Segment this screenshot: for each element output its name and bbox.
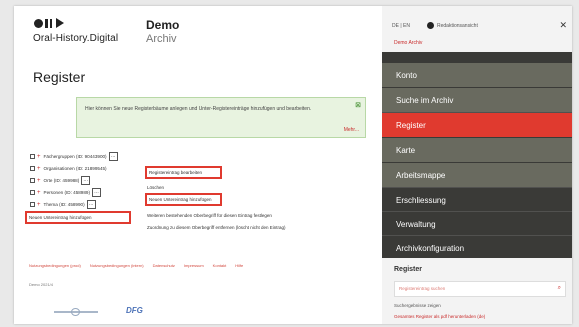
info-notice: Hier können Sie neue Registerbäume anleg… bbox=[76, 97, 366, 138]
editor-mode-label: Redaktionsansicht bbox=[437, 23, 478, 29]
divider bbox=[382, 235, 572, 236]
context-menu-edit[interactable]: Registereintrag bearbeiten bbox=[145, 166, 222, 179]
page-title: Register bbox=[33, 69, 86, 85]
sidebar-item-register[interactable]: Register bbox=[382, 113, 572, 137]
context-menu-delete[interactable]: Löschen bbox=[147, 185, 164, 190]
sidebar: DE | EN Redaktionsansicht ✕ Demo Archiv … bbox=[382, 6, 572, 324]
tree-row: + Fächergruppen (ID: 90443900) … bbox=[30, 151, 118, 162]
register-panel: Register Registereintrag suchen ⌕ Sucher… bbox=[382, 258, 572, 324]
oral-history-logo-icon[interactable] bbox=[34, 18, 64, 28]
tree-menu-button[interactable]: … bbox=[81, 176, 91, 185]
sidebar-item-label: Register bbox=[396, 120, 426, 130]
sidebar-item-label: Erschliessung bbox=[396, 195, 446, 205]
show-results-link[interactable]: Suchergebnisse zeigen bbox=[394, 303, 441, 308]
sidebar-item-label: Suche im Archiv bbox=[396, 95, 454, 105]
tree-menu-button[interactable]: … bbox=[86, 200, 96, 209]
expand-icon[interactable]: + bbox=[37, 178, 41, 184]
tree-item-label[interactable]: Organisationen (ID: 21899545) bbox=[44, 166, 107, 171]
logo-bar-icon bbox=[49, 18, 52, 28]
search-placeholder: Registereintrag suchen bbox=[399, 286, 446, 291]
project-title: Demo bbox=[146, 18, 180, 32]
tree-row: + Personen (ID: 458989) … bbox=[30, 187, 101, 198]
row-checkbox[interactable] bbox=[30, 178, 35, 183]
logo-text[interactable]: Oral-History.Digital bbox=[33, 33, 118, 44]
tree-row: + Organisationen (ID: 21899545) bbox=[30, 163, 107, 174]
close-icon[interactable]: ✕ bbox=[559, 20, 567, 31]
search-icon[interactable]: ⌕ bbox=[558, 285, 561, 292]
sidebar-item-erschliessung[interactable]: Erschliessung bbox=[382, 188, 572, 212]
sidebar-item-verwaltung[interactable]: Verwaltung bbox=[382, 212, 572, 236]
notice-more-link[interactable]: Mehr... bbox=[344, 127, 359, 133]
sidebar-item-arbeitsmappe[interactable]: Arbeitsmappe bbox=[382, 163, 572, 187]
sidebar-item-suche[interactable]: Suche im Archiv bbox=[382, 88, 572, 112]
sidebar-item-konto[interactable]: Konto bbox=[382, 63, 572, 87]
register-search-input[interactable]: Registereintrag suchen ⌕ bbox=[394, 281, 566, 297]
logo-bar-icon bbox=[45, 18, 48, 28]
footer-link[interactable]: Nutzungsbedingungen (prod) bbox=[29, 263, 81, 268]
tree-item-label[interactable]: Thema (ID: 458990) bbox=[44, 202, 85, 207]
footer-version: Demo 2021/4 bbox=[29, 282, 54, 287]
row-checkbox[interactable] bbox=[30, 202, 35, 207]
sidebar-item-label: Verwaltung bbox=[396, 219, 436, 229]
tree-row: + Orte (ID: 459988) … bbox=[30, 175, 91, 186]
notice-text: Hier können Sie neue Registerbäume anleg… bbox=[85, 106, 312, 112]
sidebar-item-label: Karte bbox=[396, 145, 416, 155]
site-header: Oral-History.Digital Demo Archiv bbox=[14, 6, 374, 52]
export-pdf-link[interactable]: Gesamtes Register als pdf herunterladen … bbox=[394, 314, 485, 319]
footer-links: Nutzungsbedingungen (prod) Nutzungsbedin… bbox=[29, 263, 243, 268]
sidebar-item-karte[interactable]: Karte bbox=[382, 138, 572, 162]
divider bbox=[382, 112, 572, 113]
tree-item-label[interactable]: Personen (ID: 458989) bbox=[44, 190, 90, 195]
logo-dot-icon bbox=[34, 18, 43, 28]
tree-menu-button[interactable]: … bbox=[108, 152, 118, 161]
divider bbox=[382, 211, 572, 212]
divider bbox=[382, 187, 572, 188]
footer-link[interactable]: Datenschutz bbox=[153, 263, 175, 268]
footer-link[interactable]: Impressum bbox=[184, 263, 204, 268]
panel-title: Register bbox=[394, 266, 423, 273]
tree-row: + Thema (ID: 458990) … bbox=[30, 199, 96, 210]
footer-link[interactable]: Nutzungsbedingungen (intern) bbox=[90, 263, 144, 268]
sidebar-header: DE | EN Redaktionsansicht ✕ Demo Archiv bbox=[382, 6, 572, 52]
close-icon[interactable]: ⊠ bbox=[355, 101, 361, 109]
tree-item-label[interactable]: Orte (ID: 459988) bbox=[44, 178, 80, 183]
sidebar-item-label: Archivkonfiguration bbox=[396, 243, 465, 253]
context-menu-add-child[interactable]: Neuen Untereintrag hinzufügen bbox=[145, 193, 222, 206]
editor-mode-toggle[interactable] bbox=[427, 22, 434, 29]
add-subentry-button[interactable]: Neuen Untereintrag hinzufügen bbox=[25, 211, 131, 224]
expand-icon[interactable]: + bbox=[37, 190, 41, 196]
row-checkbox[interactable] bbox=[30, 154, 35, 159]
footer-link[interactable]: Hilfe bbox=[235, 263, 243, 268]
dfg-logo: DFG bbox=[126, 306, 143, 315]
tree-menu-button[interactable]: … bbox=[92, 188, 101, 197]
expand-icon[interactable]: + bbox=[37, 202, 41, 208]
context-menu-assign-parent[interactable]: Weiteren bestehenden Oberbegriff für die… bbox=[147, 213, 272, 218]
footer-link[interactable]: Kontakt bbox=[213, 263, 227, 268]
row-checkbox[interactable] bbox=[30, 166, 35, 171]
language-switch[interactable]: DE | EN bbox=[392, 23, 410, 29]
expand-icon[interactable]: + bbox=[37, 166, 41, 172]
row-checkbox[interactable] bbox=[30, 190, 35, 195]
project-subtitle: Archiv bbox=[146, 33, 177, 45]
partner-logo-icon bbox=[71, 308, 80, 316]
expand-icon[interactable]: + bbox=[37, 154, 41, 160]
archive-link[interactable]: Demo Archiv bbox=[394, 40, 422, 46]
app-window: Oral-History.Digital Demo Archiv Registe… bbox=[14, 6, 572, 324]
sidebar-item-label: Konto bbox=[396, 70, 417, 80]
logo-play-icon bbox=[56, 18, 64, 28]
tree-item-label[interactable]: Fächergruppen (ID: 90443900) bbox=[44, 154, 107, 159]
sidebar-item-archivkonfiguration[interactable]: Archivkonfiguration bbox=[382, 236, 572, 260]
sidebar-item-label: Arbeitsmappe bbox=[396, 170, 446, 180]
context-menu-remove-parent[interactable]: Zuordnung zu diesem Oberbegriff entferne… bbox=[147, 225, 286, 230]
